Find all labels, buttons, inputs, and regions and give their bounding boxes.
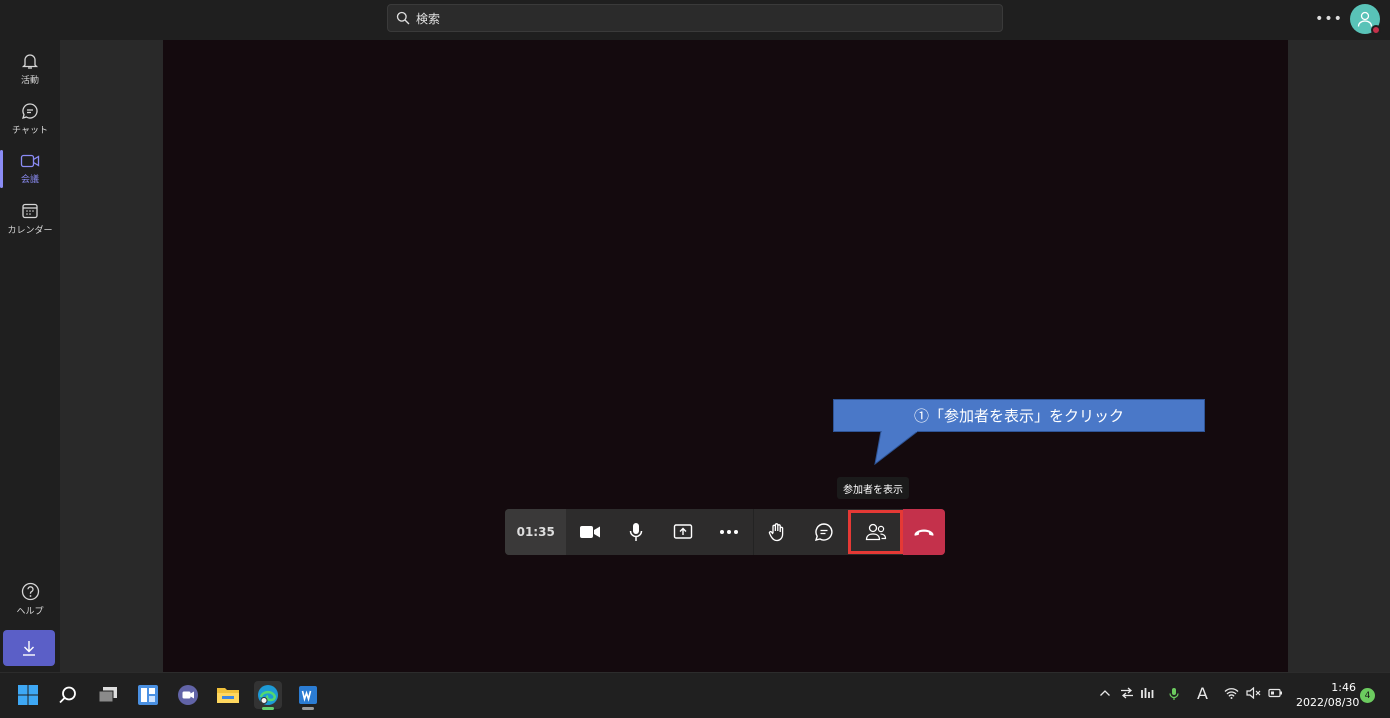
windows-taskbar: A 1:46 2022/08/30 4: [0, 672, 1390, 718]
chevron-up-icon: [1100, 690, 1110, 696]
meeting-video-area: [163, 40, 1288, 672]
start-button[interactable]: [14, 681, 42, 709]
share-screen-button[interactable]: [660, 509, 707, 555]
meeting-controls-bar: 01:35: [505, 509, 945, 555]
callout-text: ①「参加者を表示」をクリック: [913, 407, 1124, 425]
title-bar: 検索 •••: [0, 0, 1390, 40]
download-icon: [23, 641, 35, 656]
transfer-tray-icon[interactable]: [1120, 687, 1134, 703]
more-icon: [720, 530, 739, 534]
instruction-callout: ①「参加者を表示」をクリック: [833, 399, 1205, 432]
word-button[interactable]: [294, 681, 322, 709]
taskbar-search-button[interactable]: [54, 681, 82, 709]
wifi-icon: [1224, 688, 1239, 699]
folder-icon: [217, 688, 239, 703]
help-icon: [21, 582, 39, 600]
widgets-button[interactable]: [134, 681, 162, 709]
share-screen-icon: [673, 524, 693, 539]
edge-browser-button[interactable]: [254, 681, 282, 709]
search-placeholder: 検索: [416, 11, 441, 26]
ime-indicator[interactable]: A: [1197, 684, 1208, 703]
tooltip-text: 参加者を表示: [843, 484, 903, 496]
transfer-icon: [1121, 687, 1133, 699]
word-running-indicator: [302, 707, 314, 710]
teams-chat-taskbar-button[interactable]: [174, 681, 202, 709]
rail-item-meetings[interactable]: 会議: [0, 144, 60, 194]
hangup-button[interactable]: [903, 509, 945, 555]
hangup-icon: [914, 529, 934, 536]
calendar-icon: [22, 203, 38, 219]
widgets-icon: [138, 685, 158, 705]
file-explorer-button[interactable]: [214, 681, 242, 709]
battery-tray-icon[interactable]: [1268, 687, 1283, 703]
more-actions-button[interactable]: [706, 509, 753, 555]
search-icon: [396, 11, 410, 25]
participants-tooltip: 参加者を表示: [837, 477, 909, 499]
video-icon: [20, 154, 40, 168]
chat-icon: [814, 523, 833, 541]
word-icon: [299, 686, 317, 704]
mic-in-use-tray-icon[interactable]: [1168, 687, 1180, 705]
microphone-button[interactable]: [613, 509, 660, 555]
rail-item-activity[interactable]: 活動: [0, 44, 60, 94]
clock-time: 1:46: [1331, 681, 1356, 694]
search-box[interactable]: 検索: [387, 4, 1003, 32]
battery-icon: [1268, 688, 1282, 698]
rail-label-calendar: カレンダー: [7, 226, 53, 236]
clock-date: 2022/08/30: [1296, 696, 1360, 709]
edge-active-indicator: [262, 707, 274, 710]
raise-hand-icon: [768, 523, 784, 542]
camera-icon: [579, 526, 600, 538]
status-busy-badge: [1371, 25, 1381, 35]
raise-hand-button[interactable]: [754, 509, 801, 555]
app-rail: 活動 チャット 会議 カレンダー ヘルプ: [0, 40, 60, 672]
rail-label-help: ヘルプ: [16, 606, 44, 617]
bell-icon: [21, 54, 39, 69]
callout-pointer: [874, 431, 919, 465]
windows-logo-icon: [18, 685, 38, 705]
taskbar-clock[interactable]: 1:46 2022/08/30: [1296, 680, 1360, 710]
download-button[interactable]: [3, 630, 55, 666]
show-hidden-icons-button[interactable]: [1099, 687, 1111, 703]
show-participants-button[interactable]: [847, 510, 904, 554]
chat-icon: [22, 103, 38, 119]
search-icon: [59, 686, 76, 704]
camera-button[interactable]: [566, 509, 613, 555]
task-view-icon: [98, 687, 117, 703]
rail-item-help[interactable]: ヘルプ: [0, 574, 60, 624]
notification-badge[interactable]: 4: [1360, 688, 1375, 703]
meeting-timer: 01:35: [505, 509, 567, 555]
rail-label-activity: 活動: [20, 76, 39, 86]
more-options-icon[interactable]: •••: [1315, 8, 1342, 30]
bars-icon: [1141, 688, 1154, 698]
microphone-icon: [1169, 688, 1179, 700]
volume-muted-icon: [1246, 686, 1261, 700]
microphone-icon: [630, 523, 643, 541]
rail-item-chat[interactable]: チャット: [0, 94, 60, 144]
participants-icon: [865, 523, 886, 541]
task-view-button[interactable]: [94, 681, 122, 709]
rail-label-chat: チャット: [12, 126, 48, 136]
teams-chat-icon: [178, 685, 198, 705]
wifi-tray-icon[interactable]: [1224, 687, 1239, 703]
meeting-tray-icon[interactable]: [1141, 687, 1155, 703]
edge-icon: [258, 685, 278, 705]
rail-item-calendar[interactable]: カレンダー: [0, 194, 60, 244]
person-icon: [1357, 11, 1373, 27]
chat-button[interactable]: [800, 509, 847, 555]
avatar[interactable]: [1350, 4, 1381, 35]
rail-label-meetings: 会議: [20, 175, 39, 185]
volume-tray-icon[interactable]: [1246, 686, 1261, 703]
